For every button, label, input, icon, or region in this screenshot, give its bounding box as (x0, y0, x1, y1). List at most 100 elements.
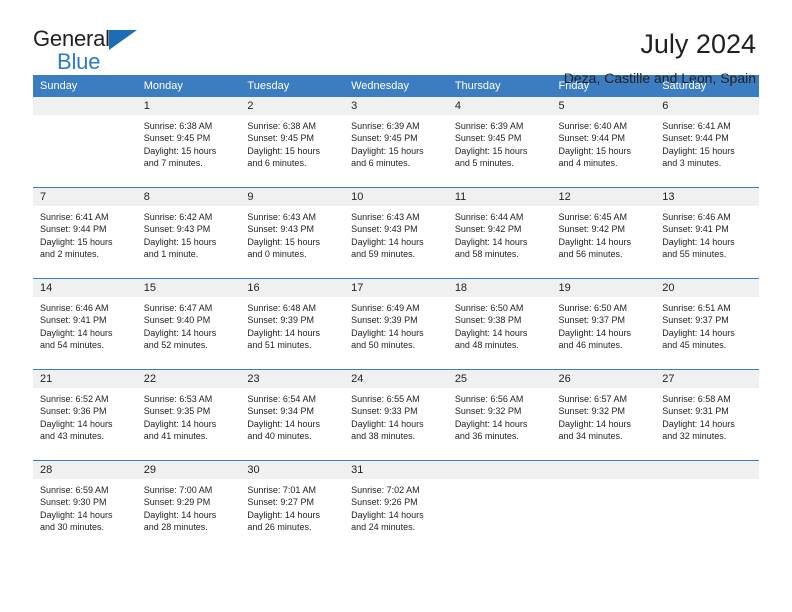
day-cell[interactable]: 9 Sunrise: 6:43 AM Sunset: 9:43 PM Daylight… (240, 187, 345, 279)
title-block: July 2024 Deza, Castille and Leon, Spain (564, 28, 756, 85)
day-cell[interactable]: 11 Sunrise: 6:44 AM Sunset: 9:42 PM Dayligh… (447, 187, 552, 279)
sunrise-text: Sunrise: 6:45 AM (558, 212, 628, 222)
day-details: Sunrise: 6:46 AM Sunset: 9:41 PM Daylight:… (655, 206, 759, 261)
day-cell-empty (33, 97, 137, 188)
sunset-text: Sunset: 9:32 PM (558, 406, 626, 417)
day-cell[interactable]: 22 Sunrise: 6:53 AM Sunset: 9:35 PM Dayligh… (136, 369, 241, 461)
daylight-text-line1: Daylight: 14 hours (558, 327, 632, 338)
day-cell[interactable]: 6 Sunrise: 6:41 AM Sunset: 9:44 PM Daylight… (655, 97, 759, 188)
day-number: 1 (136, 97, 241, 115)
day-cell[interactable]: 28 Sunrise: 6:59 AM Sunset: 9:30 PM Dayligh… (33, 460, 137, 551)
logo-triangle-icon (109, 30, 137, 50)
sunrise-text: Sunrise: 6:50 AM (454, 303, 524, 313)
day-cell[interactable]: 15 Sunrise: 6:47 AM Sunset: 9:40 PM Dayligh… (136, 278, 241, 370)
day-number: 22 (136, 370, 241, 388)
day-cell[interactable]: 8 Sunrise: 6:42 AM Sunset: 9:43 PM Daylight… (136, 187, 241, 279)
daylight-text-line1: Daylight: 14 hours (558, 236, 632, 247)
daylight-text-line2: and 50 minutes. (351, 340, 416, 351)
daylight-text-line2: and 51 minutes. (247, 340, 312, 351)
sunset-text: Sunset: 9:37 PM (662, 315, 729, 326)
day-cell[interactable]: 26 Sunrise: 6:57 AM Sunset: 9:32 PM Dayligh… (551, 369, 656, 461)
day-cell-content: 5 Sunrise: 6:40 AM Sunset: 9:44 PM Daylight… (551, 97, 656, 187)
generalblue-logo[interactable]: General Blue (33, 28, 153, 80)
daylight-text-line1: Daylight: 14 hours (247, 418, 320, 429)
day-cell[interactable]: 10 Sunrise: 6:43 AM Sunset: 9:43 PM Dayligh… (344, 187, 448, 279)
day-cell[interactable]: 1 Sunrise: 6:38 AM Sunset: 9:45 PM Daylight… (136, 97, 241, 188)
day-cell[interactable]: 12 Sunrise: 6:45 AM Sunset: 9:42 PM Dayligh… (551, 187, 656, 279)
day-cell[interactable]: 23 Sunrise: 6:54 AM Sunset: 9:34 PM Dayligh… (240, 369, 345, 461)
sunset-text: Sunset: 9:44 PM (40, 224, 107, 235)
daylight-text-line1: Daylight: 15 hours (558, 145, 632, 156)
day-cell[interactable]: 17 Sunrise: 6:49 AM Sunset: 9:39 PM Dayligh… (344, 278, 448, 370)
day-cell[interactable]: 4 Sunrise: 6:39 AM Sunset: 9:45 PM Daylight… (447, 97, 552, 188)
page-title: July 2024 (640, 29, 756, 59)
sunset-text: Sunset: 9:40 PM (143, 315, 211, 326)
day-number: 12 (551, 188, 656, 206)
daylight-text-line1: Daylight: 15 hours (40, 236, 113, 247)
sunset-text: Sunset: 9:44 PM (558, 133, 626, 144)
sunset-text: Sunset: 9:27 PM (247, 497, 314, 508)
day-cell[interactable]: 24 Sunrise: 6:55 AM Sunset: 9:33 PM Dayligh… (344, 369, 448, 461)
day-number: 24 (344, 370, 448, 388)
day-cell[interactable]: 20 Sunrise: 6:51 AM Sunset: 9:37 PM Dayligh… (655, 278, 759, 370)
day-details: Sunrise: 6:39 AM Sunset: 9:45 PM Daylight:… (344, 115, 448, 170)
sunset-text: Sunset: 9:43 PM (351, 224, 418, 235)
sunset-text: Sunset: 9:43 PM (143, 224, 211, 235)
day-cell[interactable]: 13 Sunrise: 6:46 AM Sunset: 9:41 PM Dayligh… (655, 187, 759, 279)
daylight-text-line1: Daylight: 14 hours (40, 327, 113, 338)
day-cell-empty (447, 460, 552, 551)
day-cell[interactable]: 31 Sunrise: 7:02 AM Sunset: 9:26 PM Dayligh… (344, 460, 448, 551)
day-number: 11 (447, 188, 552, 206)
day-number: 8 (136, 188, 241, 206)
day-cell[interactable]: 3 Sunrise: 6:39 AM Sunset: 9:45 PM Daylight… (344, 97, 448, 188)
day-cell[interactable]: 21 Sunrise: 6:52 AM Sunset: 9:36 PM Dayligh… (33, 369, 137, 461)
sunset-text: Sunset: 9:45 PM (247, 133, 314, 144)
page-header: General Blue July 2024 Deza, Castille an… (0, 0, 792, 86)
logo-text-blue: Blue (57, 49, 101, 74)
calendar-week-row: 7 Sunrise: 6:41 AM Sunset: 9:44 PM Daylight… (33, 187, 759, 279)
daylight-text-line1: Daylight: 14 hours (558, 418, 632, 429)
day-number (551, 461, 656, 479)
daylight-text-line1: Daylight: 14 hours (40, 509, 113, 520)
calendar-week-row: 28 Sunrise: 6:59 AM Sunset: 9:30 PM Dayligh… (33, 460, 759, 551)
day-number: 10 (344, 188, 448, 206)
day-cell[interactable]: 2 Sunrise: 6:38 AM Sunset: 9:45 PM Daylight… (240, 97, 345, 188)
daylight-text-line2: and 46 minutes. (558, 340, 623, 351)
daylight-text-line1: Daylight: 15 hours (247, 236, 320, 247)
sunset-text: Sunset: 9:31 PM (662, 406, 729, 417)
sunset-text: Sunset: 9:35 PM (143, 406, 211, 417)
weekday-header-thursday: Thursday (447, 75, 552, 97)
daylight-text-line2: and 55 minutes. (662, 249, 727, 260)
day-number: 18 (447, 279, 552, 297)
day-details: Sunrise: 6:55 AM Sunset: 9:33 PM Daylight:… (344, 388, 448, 443)
sunrise-text: Sunrise: 6:39 AM (454, 121, 524, 131)
day-cell[interactable]: 29 Sunrise: 7:00 AM Sunset: 9:29 PM Dayligh… (136, 460, 241, 551)
day-cell-content: 4 Sunrise: 6:39 AM Sunset: 9:45 PM Daylight… (447, 97, 552, 187)
day-cell[interactable]: 19 Sunrise: 6:50 AM Sunset: 9:37 PM Dayligh… (551, 278, 656, 370)
daylight-text-line2: and 6 minutes. (247, 158, 307, 169)
calendar-week-row: 1 Sunrise: 6:38 AM Sunset: 9:45 PM Daylight… (33, 97, 759, 188)
day-cell-empty (551, 460, 656, 551)
day-number: 20 (655, 279, 759, 297)
day-number (33, 97, 137, 115)
day-cell[interactable]: 16 Sunrise: 6:48 AM Sunset: 9:39 PM Dayligh… (240, 278, 345, 370)
day-cell[interactable]: 30 Sunrise: 7:01 AM Sunset: 9:27 PM Dayligh… (240, 460, 345, 551)
day-cell[interactable]: 7 Sunrise: 6:41 AM Sunset: 9:44 PM Daylight… (33, 187, 137, 279)
day-cell[interactable]: 27 Sunrise: 6:58 AM Sunset: 9:31 PM Dayligh… (655, 369, 759, 461)
day-cell[interactable]: 5 Sunrise: 6:40 AM Sunset: 9:44 PM Daylight… (551, 97, 656, 188)
daylight-text-line2: and 41 minutes. (143, 431, 208, 442)
day-cell[interactable]: 14 Sunrise: 6:46 AM Sunset: 9:41 PM Dayligh… (33, 278, 137, 370)
sunrise-text: Sunrise: 6:47 AM (143, 303, 213, 313)
day-cell[interactable]: 18 Sunrise: 6:50 AM Sunset: 9:38 PM Dayligh… (447, 278, 552, 370)
sunrise-text: Sunrise: 6:54 AM (247, 394, 316, 404)
sunrise-text: Sunrise: 6:38 AM (247, 121, 316, 131)
daylight-text-line2: and 4 minutes. (558, 158, 618, 169)
daylight-text-line1: Daylight: 14 hours (143, 418, 217, 429)
day-cell[interactable]: 25 Sunrise: 6:56 AM Sunset: 9:32 PM Dayligh… (447, 369, 552, 461)
day-cell-content: 12 Sunrise: 6:45 AM Sunset: 9:42 PM Dayligh… (551, 188, 656, 278)
daylight-text-line2: and 43 minutes. (40, 431, 105, 442)
daylight-text-line2: and 36 minutes. (454, 431, 519, 442)
daylight-text-line1: Daylight: 14 hours (351, 509, 424, 520)
day-cell-content (447, 461, 552, 551)
daylight-text-line2: and 59 minutes. (351, 249, 416, 260)
